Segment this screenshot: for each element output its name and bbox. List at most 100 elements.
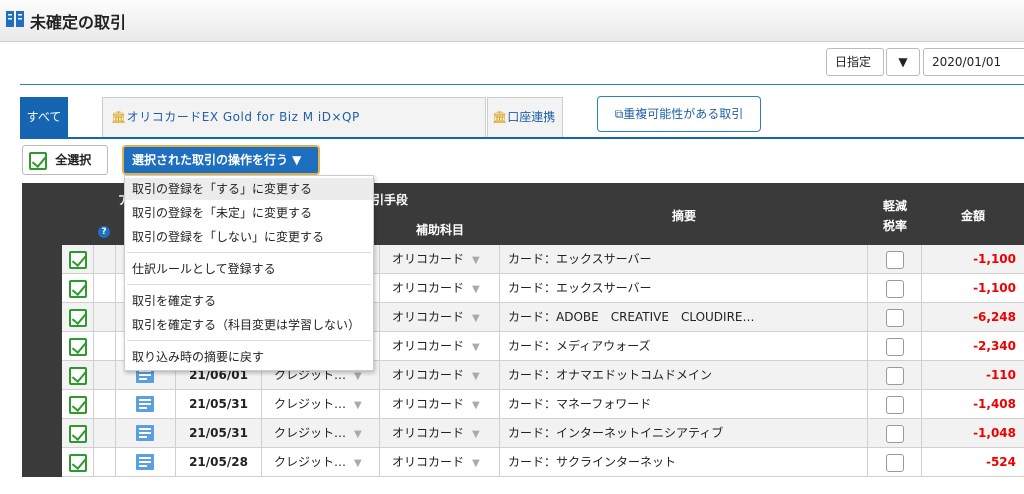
row-sub-account[interactable]: オリコカード ▼ [380, 245, 500, 273]
row-gutter [22, 332, 62, 361]
row-reduced-tax[interactable] [868, 361, 922, 389]
dropdown-caret-icon: ▼ [472, 342, 480, 353]
menu-item-register-undecided[interactable]: 取引の登録を「未定」に変更する [125, 202, 373, 224]
row-reduced-tax[interactable] [868, 274, 922, 302]
row-reduced-tax[interactable] [868, 245, 922, 273]
menu-separator [127, 284, 371, 285]
document-icon[interactable] [136, 425, 154, 441]
dropdown-caret-icon: ▼ [472, 255, 480, 266]
row-spacer [94, 274, 116, 302]
row-memo[interactable]: カード：メディアウォーズ [500, 332, 868, 360]
checkbox-unchecked-icon [885, 308, 904, 327]
document-icon[interactable] [136, 396, 154, 412]
dropdown-caret-icon: ▼ [354, 429, 362, 440]
row-checkbox[interactable] [62, 419, 94, 447]
row-date: 21/05/31 [176, 390, 262, 418]
row-sub-account[interactable]: オリコカード ▼ [380, 303, 500, 331]
row-date: 21/05/31 [176, 419, 262, 447]
bulk-operations-menu: 取引の登録を「する」に変更する 取引の登録を「未定」に変更する 取引の登録を「し… [124, 175, 374, 371]
menu-item-register-yes[interactable]: 取引の登録を「する」に変更する [125, 178, 373, 200]
date-mode-select[interactable]: 日指定 [826, 48, 884, 76]
row-payment-type[interactable]: クレジット… ▼ [262, 419, 380, 447]
row-gutter [22, 448, 62, 477]
row-memo[interactable]: カード：オナマエドットコムドメイン [500, 361, 868, 389]
row-sub-account[interactable]: オリコカード ▼ [380, 361, 500, 389]
checkbox-checked-icon [68, 308, 87, 327]
row-spacer [94, 448, 116, 476]
document-icon[interactable] [136, 454, 154, 470]
row-sub-account[interactable]: オリコカード ▼ [380, 274, 500, 302]
header-reduced-tax: 軽減 [882, 199, 907, 213]
row-checkbox[interactable] [62, 274, 94, 302]
row-gutter [22, 245, 62, 274]
menu-item-confirm-no-learning[interactable]: 取引を確定する（科目変更は学習しない） [125, 314, 373, 336]
checkbox-unchecked-icon [885, 453, 904, 472]
tab-all[interactable]: すべて [20, 97, 68, 137]
dropdown-caret-icon: ▼ [472, 284, 480, 295]
row-memo[interactable]: カード：インターネットイニシアティブ [500, 419, 868, 447]
checkbox-unchecked-icon [885, 279, 904, 298]
row-icon-cell [116, 448, 176, 476]
row-spacer [94, 361, 116, 389]
caret-down-icon: ▼ [898, 55, 908, 69]
row-amount: -1,100 [973, 281, 1016, 295]
row-gutter [22, 274, 62, 303]
row-sub-account[interactable]: オリコカード ▼ [380, 419, 500, 447]
menu-separator [127, 252, 371, 253]
row-reduced-tax[interactable] [868, 419, 922, 447]
row-checkbox[interactable] [62, 448, 94, 476]
menu-item-confirm[interactable]: 取引を確定する [125, 290, 373, 312]
row-gutter [22, 419, 62, 448]
row-checkbox[interactable] [62, 332, 94, 360]
dropdown-caret-icon: ▼ [472, 458, 480, 469]
row-amount: -524 [985, 455, 1016, 469]
row-payment-type[interactable]: クレジット… ▼ [262, 448, 380, 476]
row-amount: -110 [985, 368, 1016, 382]
checkbox-unchecked-icon [885, 395, 904, 414]
row-memo[interactable]: カード：マネーフォワード [500, 390, 868, 418]
duplicate-transactions-button[interactable]: ⧉重複可能性がある取引 [597, 96, 761, 132]
row-reduced-tax[interactable] [868, 448, 922, 476]
ledger-icon [6, 11, 24, 27]
row-reduced-tax[interactable] [868, 390, 922, 418]
row-sub-account[interactable]: オリコカード ▼ [380, 332, 500, 360]
date-mode-dropdown-button[interactable]: ▼ [886, 48, 920, 76]
dropdown-caret-icon: ▼ [354, 371, 362, 382]
checkbox-checked-icon [68, 395, 87, 414]
row-reduced-tax[interactable] [868, 332, 922, 360]
row-sub-account[interactable]: オリコカード ▼ [380, 448, 500, 476]
row-memo[interactable]: カード：エックスサーバー [500, 274, 868, 302]
select-all-button[interactable]: 全選択 [22, 145, 108, 175]
menu-item-restore-memo[interactable]: 取り込み時の摘要に戻す [125, 346, 373, 368]
date-input[interactable]: 2020/01/01 [923, 48, 1024, 76]
divider [20, 84, 1024, 85]
checkbox-checked-icon [68, 366, 87, 385]
checkbox-checked-icon [68, 453, 87, 472]
menu-item-register-no[interactable]: 取引の登録を「しない」に変更する [125, 226, 373, 248]
row-reduced-tax[interactable] [868, 303, 922, 331]
bulk-operations-button[interactable]: 選択された取引の操作を行う ▼ [122, 145, 320, 175]
row-amount: -1,408 [973, 397, 1016, 411]
row-payment-type[interactable]: クレジット… ▼ [262, 390, 380, 418]
table-row: 21/05/31 クレジット… ▼ オリコカード ▼ カード：インターネットイニシアティブ… [22, 419, 1024, 448]
row-checkbox[interactable] [62, 361, 94, 389]
row-icon-cell [116, 390, 176, 418]
help-icon[interactable]: ? [98, 223, 110, 238]
tab-label: 口座連携 [507, 110, 556, 124]
row-checkbox[interactable] [62, 303, 94, 331]
tab-account-link[interactable]: 🏛口座連携 [487, 97, 563, 137]
row-gutter [22, 361, 62, 390]
row-checkbox[interactable] [62, 390, 94, 418]
checkbox-checked-icon [68, 424, 87, 443]
tab-orico-card[interactable]: 🏛オリコカードEX Gold for Biz M iD×QP [102, 97, 486, 137]
row-checkbox[interactable] [62, 245, 94, 273]
row-memo[interactable]: カード：エックスサーバー [500, 245, 868, 273]
header-payment-method: 引手段 [372, 193, 409, 207]
menu-item-save-rule[interactable]: 仕訳ルールとして登録する [125, 258, 373, 280]
row-memo[interactable]: カード：サクラインターネット [500, 448, 868, 476]
row-sub-account[interactable]: オリコカード ▼ [380, 390, 500, 418]
dropdown-caret-icon: ▼ [472, 429, 480, 440]
tab-label: オリコカードEX Gold for Biz M iD×QP [126, 110, 360, 124]
row-spacer [94, 332, 116, 360]
row-memo[interactable]: カード：ADOBE CREATIVE CLOUDIRE… [500, 303, 868, 331]
